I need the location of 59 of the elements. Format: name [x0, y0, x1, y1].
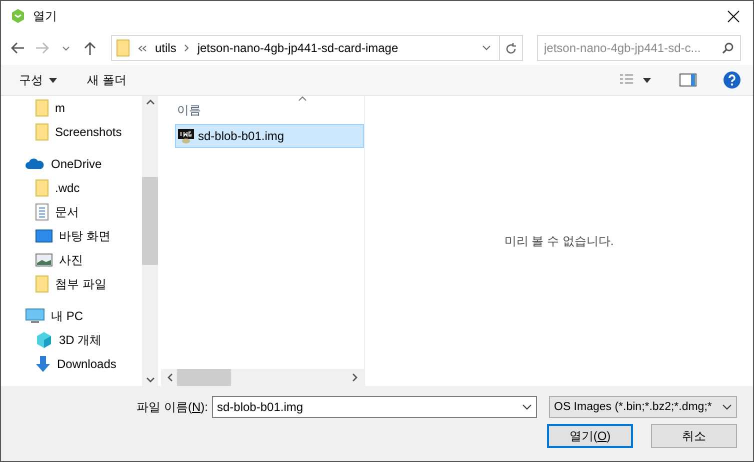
file-type-dropdown[interactable]: OS Images (*.bin;*.bz2;*.dmg;*: [549, 396, 737, 418]
nav-item[interactable]: 3D 개체: [1, 328, 142, 352]
picture-icon: [35, 253, 53, 267]
overflow-chevron-icon: [138, 44, 147, 52]
view-options-icon[interactable]: [619, 74, 653, 86]
preview-message: 미리 볼 수 없습니다.: [504, 232, 614, 250]
cloud-icon: [25, 158, 45, 170]
chevron-down-icon: [722, 404, 732, 410]
down-arrow-icon: [35, 355, 51, 373]
organize-button[interactable]: 구성: [17, 70, 59, 90]
app-icon: [11, 9, 25, 23]
file-row[interactable]: sd-blob-b01.img: [175, 124, 364, 148]
horizontal-scrollbar[interactable]: [161, 369, 364, 386]
preview-pane-icon[interactable]: [679, 73, 697, 87]
nav-item[interactable]: 바탕 화면: [1, 224, 142, 248]
new-folder-button[interactable]: 새 폴더: [85, 70, 128, 90]
cube-icon: [35, 331, 53, 349]
search-icon: [722, 42, 734, 54]
breadcrumb[interactable]: utils: [155, 41, 176, 55]
refresh-icon: [505, 42, 517, 54]
nav-item[interactable]: 첨부 파일: [1, 272, 142, 296]
window-title: 열기: [33, 8, 58, 24]
folder-icon: [35, 123, 49, 141]
disk-image-icon: [178, 128, 194, 144]
nav-item[interactable]: 문서: [1, 200, 142, 224]
help-icon[interactable]: [723, 71, 741, 89]
address-bar[interactable]: utils jetson-nano-4gb-jp441-sd-card-image: [111, 35, 523, 61]
cancel-button[interactable]: 취소: [651, 424, 737, 448]
folder-icon: [35, 275, 49, 293]
scroll-up-icon[interactable]: [146, 99, 154, 105]
sort-caret-icon: [298, 96, 307, 101]
chevron-icon: [184, 44, 190, 52]
nav-item[interactable]: Downloads: [1, 352, 142, 376]
nav-item[interactable]: Screenshots: [1, 120, 142, 144]
chevron-down-icon: [62, 46, 70, 50]
folder-icon: [35, 99, 49, 117]
open-button[interactable]: 열기(O): [547, 424, 633, 448]
close-icon: [726, 10, 740, 22]
search-field[interactable]: jetson-nano-4gb-jp441-sd-c...: [537, 35, 741, 61]
nav-item[interactable]: 내 PC: [1, 304, 142, 328]
document-icon: [35, 203, 49, 221]
breadcrumb[interactable]: jetson-nano-4gb-jp441-sd-card-image: [197, 41, 398, 55]
nav-item[interactable]: m: [1, 96, 142, 120]
chevron-down-icon[interactable]: [522, 404, 532, 410]
scroll-right-icon[interactable]: [352, 373, 358, 382]
monitor-icon: [25, 308, 45, 324]
filename-field[interactable]: sd-blob-b01.img: [212, 396, 537, 418]
nav-item[interactable]: OneDrive: [1, 152, 142, 176]
filename-label: 파일 이름(N):: [136, 398, 208, 416]
scroll-left-icon[interactable]: [167, 373, 173, 382]
folder-icon: [35, 179, 49, 197]
nav-item[interactable]: 사진: [1, 248, 142, 272]
scroll-down-icon[interactable]: [146, 377, 154, 383]
nav-item[interactable]: .wdc: [1, 176, 142, 200]
desktop-icon: [35, 229, 53, 243]
folder-icon: [116, 39, 130, 57]
column-header[interactable]: 이름: [177, 102, 201, 118]
caret-down-icon: [49, 78, 57, 82]
vertical-scrollbar[interactable]: [142, 96, 158, 386]
